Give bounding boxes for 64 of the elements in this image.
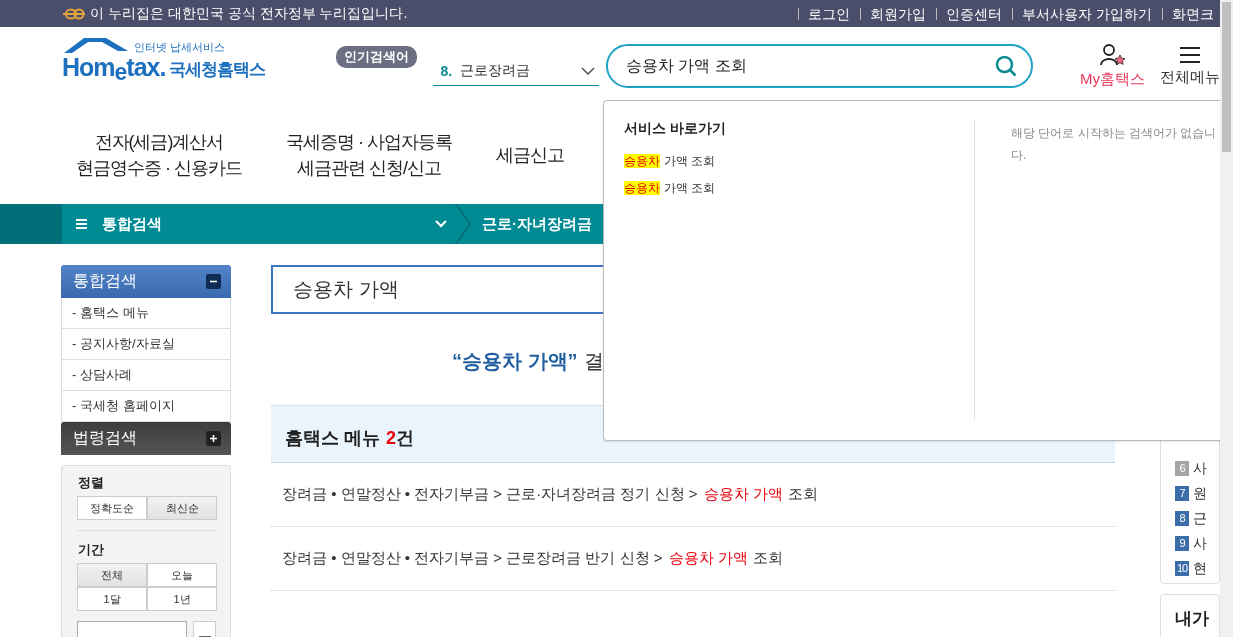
suggestion-title: 서비스 바로가기 [624, 120, 727, 138]
sidebar-item[interactable]: - 공지사항/자료실 [61, 329, 231, 360]
nav-menu-item[interactable]: 전자(세금)계산서 현금영수증 · 신용카드 [76, 128, 242, 181]
chevron-down-icon [435, 220, 447, 228]
result-summary-text: 결 [583, 350, 604, 372]
nav-menu-item[interactable]: 세금신고 [496, 141, 564, 168]
location-current[interactable]: 근로·자녀장려금 [482, 214, 592, 234]
government-notice: 이 누리집은 대한민국 공식 전자정부 누리집입니다. [90, 4, 408, 23]
rank-badge: 10 [1175, 561, 1189, 576]
filter-label: 기간 [78, 541, 105, 559]
date-field[interactable] [77, 621, 187, 637]
top-link[interactable]: 회원가입 [860, 7, 933, 20]
scrollbar[interactable] [1220, 0, 1233, 637]
result-link[interactable]: 장려금 • 연말정산 • 전자기부금 > 근로장려금 반기 신청 > 승용차 가액 조회 [282, 549, 783, 568]
my-hometax-button[interactable]: My홈택스 [1080, 43, 1145, 89]
chevron-down-icon [581, 66, 595, 75]
logo-name: 국세청홈택스 [169, 58, 266, 81]
logo-tagline: 인터넷 납세서비스 [134, 41, 226, 53]
ranking-item[interactable]: 현 [1193, 559, 1207, 578]
filter-option[interactable]: 정확도순 [77, 496, 147, 520]
all-menu-button[interactable]: 전체메뉴 [1160, 45, 1220, 87]
popular-search-select[interactable]: 8. 근로장려금 [432, 56, 599, 86]
result-summary-query: “승용차 가액” [452, 350, 578, 372]
ranking-item[interactable]: 원 [1193, 484, 1207, 503]
breadcrumb-separator-icon [455, 204, 471, 244]
collapse-icon [206, 274, 221, 289]
menu-icon [76, 219, 87, 229]
rank-badge: 8 [1175, 511, 1189, 526]
search-icon [995, 55, 1017, 77]
ranking-item[interactable]: 사 [1193, 534, 1207, 553]
menu-icon [1179, 45, 1201, 64]
sidebar-group-header[interactable]: 법령검색 [61, 422, 231, 455]
filter-option[interactable]: 1년 [147, 587, 217, 611]
top-link[interactable]: 부서사용자 가입하기 [1012, 7, 1158, 20]
filter-option[interactable]: 최신순 [147, 496, 217, 520]
sidebar-item[interactable]: - 상담사례 [61, 360, 231, 391]
swoosh-logo-icon [62, 7, 86, 20]
nav-menu-item[interactable]: 국세증명 · 사업자등록 세금관련 신청/신고 [286, 128, 452, 181]
suggestion-item[interactable]: 승용차 가액 조회 [624, 175, 954, 202]
filter-option[interactable]: 전체 [77, 563, 147, 587]
no-suggestion-message: 해당 단어로 시작하는 검색어가 없습니다. [1011, 125, 1218, 164]
expand-icon [206, 431, 221, 446]
ranking-item[interactable]: 사 [1193, 459, 1207, 478]
rank-badge: 6 [1175, 461, 1189, 476]
location-bar-strip [0, 204, 62, 244]
ranking-item[interactable]: 근 [1193, 509, 1207, 528]
user-star-icon [1098, 43, 1127, 66]
top-link[interactable]: 인증센터 [936, 7, 1009, 20]
search-field[interactable]: 승용차 가액 조회 [606, 44, 1033, 88]
sidebar-group-header[interactable]: 통합검색 [61, 265, 231, 298]
rank-badge: 9 [1175, 536, 1189, 551]
section-title: 홈택스 메뉴 2건 [285, 427, 415, 450]
filter-label: 정렬 [78, 474, 105, 492]
result-link[interactable]: 장려금 • 연말정산 • 전자기부금 > 근로·자녀장려금 정기 신청 > 승용차 가액 조회 [282, 485, 818, 504]
panel-title: 내가 [1175, 609, 1209, 628]
filter-option[interactable]: 오늘 [147, 563, 217, 587]
suggestion-item[interactable]: 승용차 가액 조회 [624, 148, 954, 175]
rank-badge: 7 [1175, 486, 1189, 501]
calendar-button[interactable] [193, 621, 216, 637]
popular-label: 인기검색어 [335, 46, 417, 68]
sidebar-item[interactable]: - 홈택스 메뉴 [61, 298, 231, 329]
filter-option[interactable]: 1달 [77, 587, 147, 611]
location-menu-select[interactable]: 통합검색 [62, 204, 455, 244]
top-link[interactable]: 로그인 [798, 7, 857, 20]
